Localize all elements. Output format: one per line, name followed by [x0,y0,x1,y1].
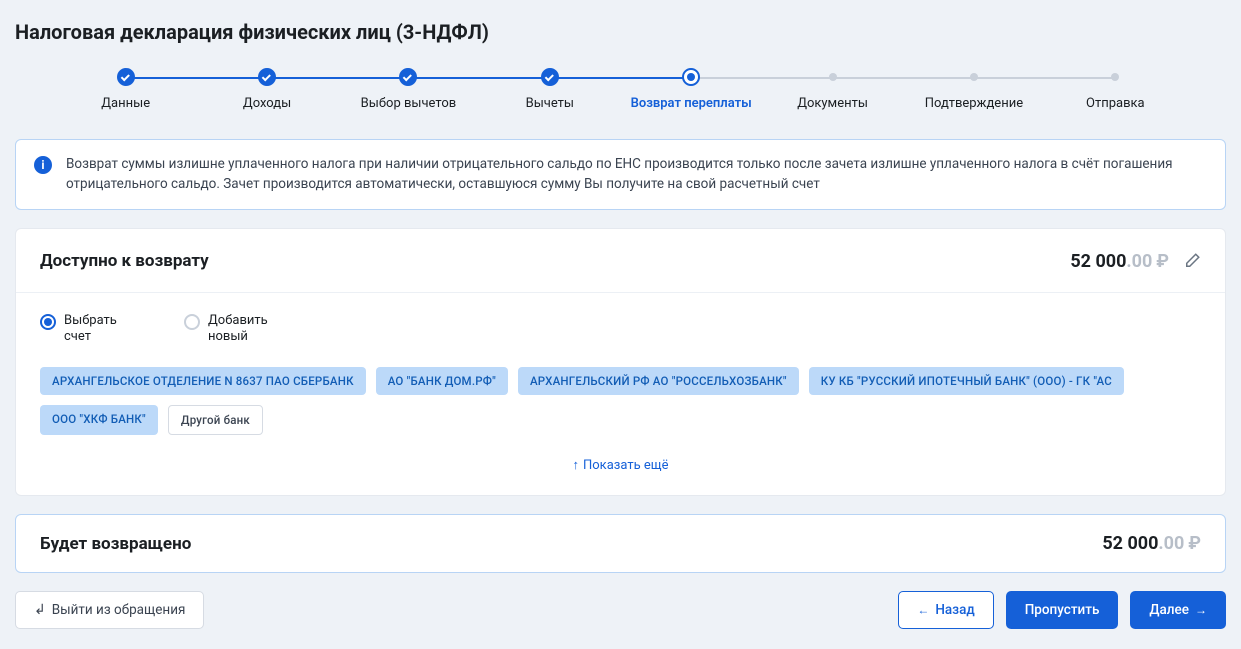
available-title: Доступно к возврату [40,251,209,271]
amount-currency: ₽ [1156,251,1169,272]
bank-chip[interactable]: ООО "ХКФ БАНК" [40,405,158,435]
info-text: Возврат суммы излишне уплаченного налога… [66,154,1207,195]
amount-int: 52 000 [1070,251,1126,272]
amount-currency: ₽ [1188,533,1201,554]
divider [16,292,1225,293]
step-line [126,77,267,79]
exit-button[interactable]: ↲ Выйти из обращения [15,591,204,629]
step-label: Возврат переплаты [631,96,752,111]
amount-dec: .00 [1126,251,1152,272]
step-6[interactable]: Подтверждение [903,68,1044,111]
returned-amount: 52 000.00₽ [1102,533,1201,554]
edit-icon[interactable] [1183,252,1201,270]
show-more-link[interactable]: ↑ Показать ещё [40,457,1201,473]
skip-label: Пропустить [1025,602,1100,618]
bank-chip[interactable]: АО "БАНК ДОМ.РФ" [376,367,508,395]
info-icon: i [34,156,52,174]
step-5[interactable]: Документы [762,68,903,111]
available-amount: 52 000.00₽ [1070,251,1201,272]
step-dot-icon [1111,73,1119,81]
check-icon [541,68,559,86]
radio-label: Выбрать счет [64,313,144,346]
step-line [408,77,549,79]
returned-card: Будет возвращено 52 000.00₽ [15,514,1226,573]
step-2[interactable]: Выбор вычетов [338,68,479,111]
stepper: Данные Доходы Выбор вычетов Вычеты Возврат п… [55,68,1186,111]
radio-label: Добавить новый [208,313,288,346]
radio-select-account[interactable]: Выбрать счет [40,313,144,346]
exit-icon: ↲ [34,602,46,618]
step-label: Вычеты [526,96,574,111]
step-label: Доходы [243,96,291,111]
step-line [691,77,832,79]
step-3[interactable]: Вычеты [479,68,620,111]
exit-label: Выйти из обращения [52,602,186,618]
skip-button[interactable]: Пропустить [1006,591,1119,629]
bank-chip[interactable]: АРХАНГЕЛЬСКИЙ РФ АО "РОССЕЛЬХОЗБАНК" [518,367,799,395]
footer: ↲ Выйти из обращения ← Назад Пропустить … [15,591,1226,629]
step-1[interactable]: Доходы [196,68,337,111]
amount-dec: .00 [1158,533,1184,554]
step-label: Документы [797,96,868,111]
step-line [833,77,974,79]
page-title: Налоговая декларация физических лиц (3-Н… [15,20,1226,44]
bank-chip-other[interactable]: Другой банк [168,405,263,435]
account-mode-radios: Выбрать счет Добавить новый [40,313,1201,346]
check-icon [258,68,276,86]
bank-chip[interactable]: КУ КБ "РУССКИЙ ИПОТЕЧНЫЙ БАНК" (ООО) - Г… [809,367,1124,395]
step-0[interactable]: Данные [55,68,196,111]
amount-int: 52 000 [1102,533,1158,554]
step-dot-icon [682,68,700,86]
chevron-right-icon: → [1195,603,1207,617]
step-label: Выбор вычетов [361,96,457,111]
step-label: Данные [101,96,150,111]
back-button[interactable]: ← Назад [898,591,993,629]
step-7[interactable]: Отправка [1045,68,1186,111]
step-line [550,77,691,79]
back-label: Назад [935,602,974,618]
returned-title: Будет возвращено [40,534,191,554]
bank-list: АРХАНГЕЛЬСКОЕ ОТДЕЛЕНИЕ N 8637 ПАО СБЕРБ… [40,367,1201,435]
check-icon [399,68,417,86]
radio-add-new[interactable]: Добавить новый [184,313,288,346]
show-more-label: Показать ещё [583,458,669,473]
check-icon [117,68,135,86]
available-card: Доступно к возврату 52 000.00₽ Выбрать с… [15,228,1226,497]
info-banner: i Возврат суммы излишне уплаченного нало… [15,139,1226,210]
step-label: Отправка [1086,96,1145,111]
bank-chip[interactable]: АРХАНГЕЛЬСКОЕ ОТДЕЛЕНИЕ N 8637 ПАО СБЕРБ… [40,367,366,395]
chevron-left-icon: ← [917,603,929,617]
step-line [267,77,408,79]
next-label: Далее [1149,602,1189,618]
step-dot-icon [829,73,837,81]
arrow-up-icon: ↑ [572,458,579,473]
step-4[interactable]: Возврат переплаты [621,68,762,111]
radio-dot-icon [184,314,200,330]
step-dot-icon [970,73,978,81]
step-line [974,77,1115,79]
next-button[interactable]: Далее → [1130,591,1226,629]
radio-dot-icon [40,314,56,330]
step-label: Подтверждение [925,96,1023,111]
